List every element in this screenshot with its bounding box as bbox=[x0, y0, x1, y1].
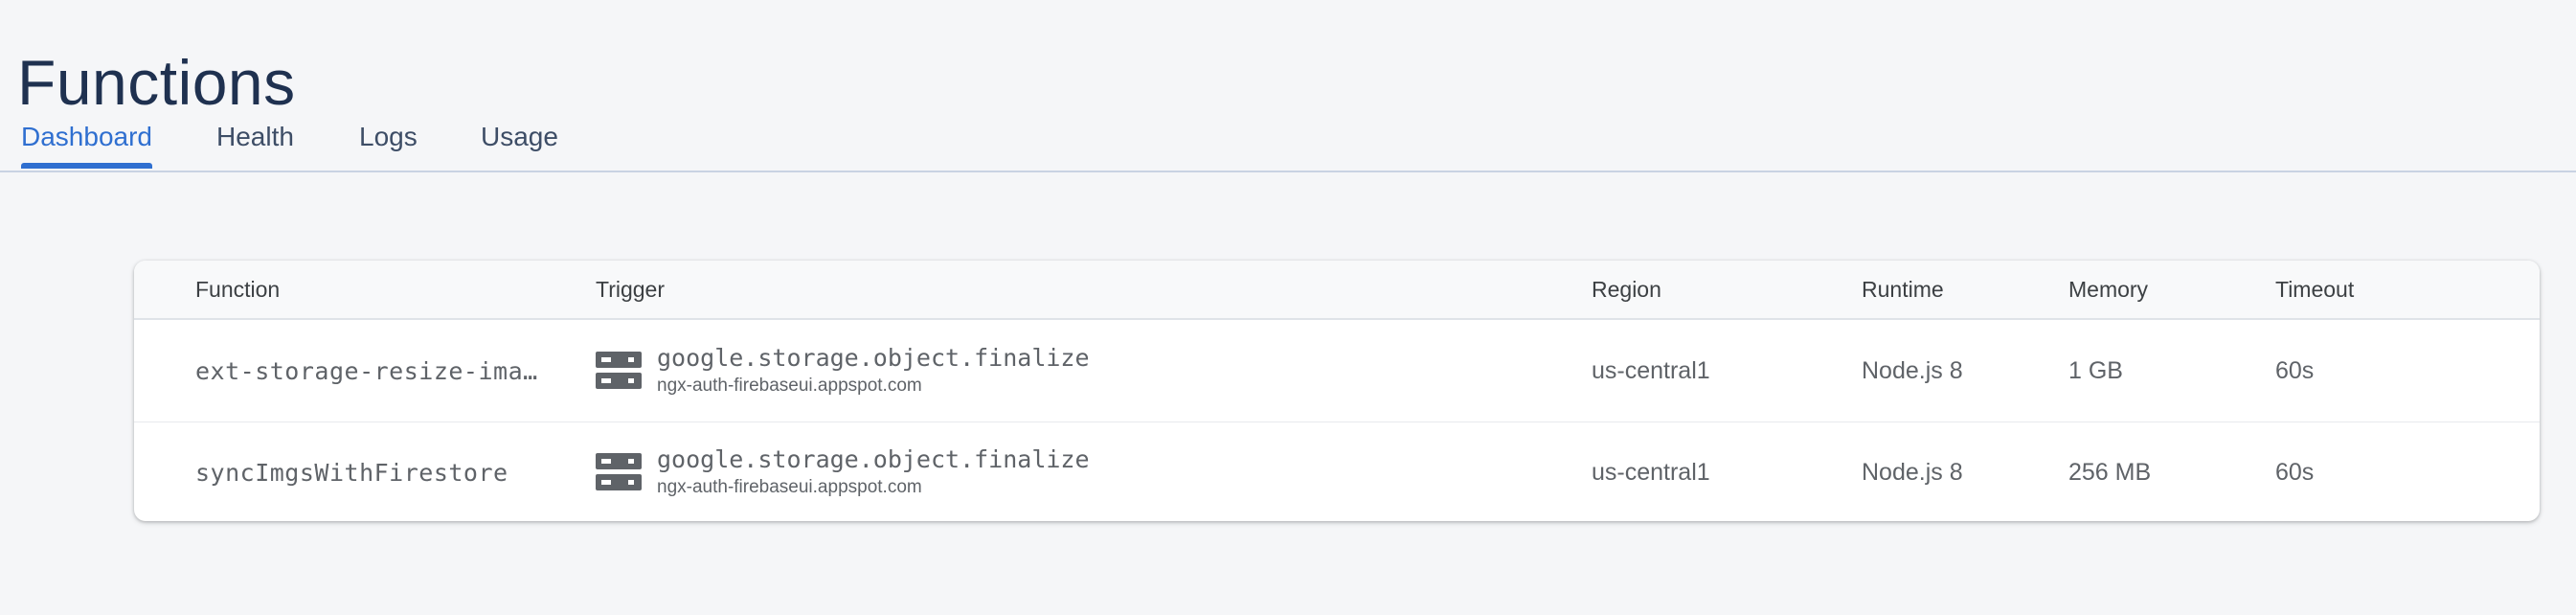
memory-cell: 256 MB bbox=[2068, 458, 2152, 486]
column-header-region[interactable]: Region bbox=[1592, 261, 1661, 318]
trigger-resource: ngx-auth-firebaseui.appspot.com bbox=[657, 477, 922, 497]
column-header-trigger[interactable]: Trigger bbox=[596, 261, 665, 318]
runtime-cell: Node.js 8 bbox=[1862, 458, 1963, 486]
column-header-runtime[interactable]: Runtime bbox=[1862, 261, 1944, 318]
table-row[interactable]: syncImgsWithFirestore google.storage.obj… bbox=[134, 421, 2540, 521]
column-header-function[interactable]: Function bbox=[195, 261, 280, 318]
column-header-memory[interactable]: Memory bbox=[2068, 261, 2148, 318]
tab-dashboard[interactable]: Dashboard bbox=[21, 113, 152, 169]
region-cell: us-central1 bbox=[1592, 458, 1710, 486]
trigger-cell: google.storage.object.finalize ngx-auth-… bbox=[596, 421, 1090, 521]
function-name: ext-storage-resize-ima… bbox=[195, 356, 538, 385]
trigger-event: google.storage.object.finalize bbox=[657, 344, 1090, 372]
tab-bar: Dashboard Health Logs Usage bbox=[0, 113, 2576, 172]
timeout-cell: 60s bbox=[2275, 356, 2315, 384]
memory-cell: 1 GB bbox=[2068, 356, 2123, 384]
trigger-details: google.storage.object.finalize ngx-auth-… bbox=[657, 343, 1090, 399]
storage-bucket-icon bbox=[596, 352, 642, 390]
tab-usage[interactable]: Usage bbox=[481, 113, 558, 169]
region-cell: us-central1 bbox=[1592, 356, 1710, 384]
storage-bucket-icon bbox=[596, 453, 642, 491]
timeout-cell: 60s bbox=[2275, 458, 2315, 486]
tab-health[interactable]: Health bbox=[216, 113, 294, 169]
runtime-cell: Node.js 8 bbox=[1862, 356, 1963, 384]
trigger-details: google.storage.object.finalize ngx-auth-… bbox=[657, 444, 1090, 500]
trigger-event: google.storage.object.finalize bbox=[657, 445, 1090, 473]
function-name-cell[interactable]: syncImgsWithFirestore bbox=[195, 421, 508, 521]
column-header-timeout[interactable]: Timeout bbox=[2275, 261, 2354, 318]
table-header: Function Trigger Region Runtime Memory T… bbox=[134, 261, 2540, 320]
page-title: Functions bbox=[17, 47, 296, 119]
trigger-resource: ngx-auth-firebaseui.appspot.com bbox=[657, 376, 922, 396]
functions-page: Functions Dashboard Health Logs Usage Fu… bbox=[0, 0, 2576, 615]
function-name-cell[interactable]: ext-storage-resize-ima… bbox=[195, 320, 538, 421]
table-row[interactable]: ext-storage-resize-ima… google.storage.o… bbox=[134, 320, 2540, 422]
functions-table-card: Function Trigger Region Runtime Memory T… bbox=[134, 261, 2540, 521]
tab-logs[interactable]: Logs bbox=[359, 113, 418, 169]
function-name: syncImgsWithFirestore bbox=[195, 458, 508, 487]
trigger-cell: google.storage.object.finalize ngx-auth-… bbox=[596, 320, 1090, 421]
